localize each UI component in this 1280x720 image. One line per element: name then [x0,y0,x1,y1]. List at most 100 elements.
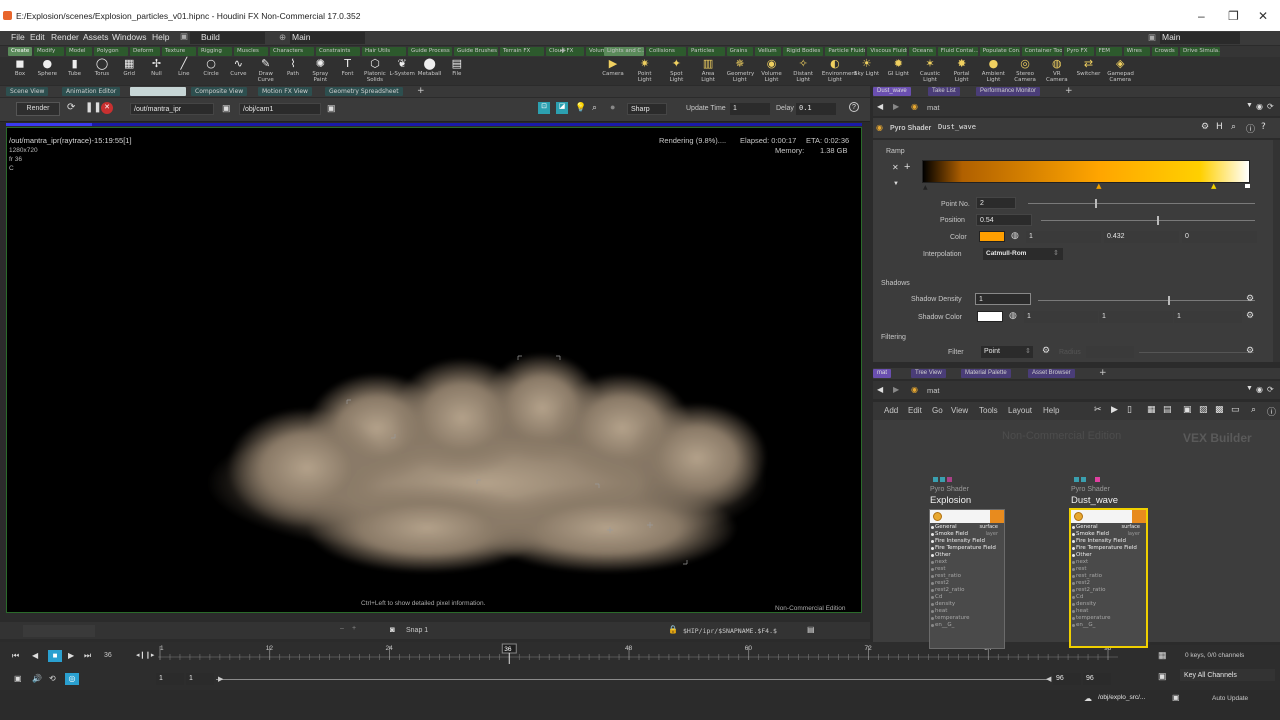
range-end-handle[interactable]: ◀ [1046,675,1051,683]
shelf-tab-12[interactable]: Guide Brushes [454,47,498,56]
shadow-density-slider[interactable] [1038,300,1255,301]
node-input[interactable]: rest2 [1071,580,1146,587]
add-tab-icon[interactable]: + [413,87,429,96]
point-no-knob[interactable] [1095,199,1097,208]
tab-scene-view[interactable]: Scene View [6,87,49,96]
node-input[interactable]: Cd [1071,594,1146,601]
shelf-tab-3[interactable]: Polygon [94,47,128,56]
shelf-right-tab-6[interactable]: Particle Fluids [825,47,866,56]
tab-dust-wave[interactable]: Dust_wave [873,87,911,96]
tab-render-view[interactable]: Render View [130,87,186,96]
loop-icon[interactable]: ⟲ [49,674,56,683]
tool-environment-light[interactable]: ◐ Environment Light [822,58,857,84]
node1-flag-a[interactable] [933,477,938,482]
color-b-field[interactable]: 0 [1182,231,1257,243]
shelf-right-tab-7[interactable]: Viscous Fluids [867,47,908,56]
node-input[interactable]: General [930,524,1004,531]
tool-stereo-camera[interactable]: ◎ Stereo Camera [1012,58,1038,84]
net-menu-tools[interactable]: Tools [979,406,998,415]
tool-geometry-light[interactable]: ✵ Geometry Light [727,58,754,84]
node-input[interactable]: rest2_ratio [1071,587,1146,594]
net-folder-icon[interactable]: ▭ [1231,405,1240,415]
range-start2-field[interactable]: 1 [186,673,214,685]
pause-icon[interactable]: ❚❚ [85,102,102,113]
shelf-tab-11[interactable]: Guide Process [408,47,452,56]
desktop-dropdown[interactable]: Build [190,32,265,44]
position-field[interactable]: 0.54 [976,214,1032,226]
tool-grid[interactable]: ▦ Grid [116,58,142,78]
net-image-icon[interactable]: ▨ [1199,405,1208,415]
jump-start-icon[interactable]: ⏮ [12,651,19,661]
parm-scrollbar[interactable] [1273,140,1280,362]
node-input[interactable]: General [1071,524,1146,531]
tab-take-list[interactable]: Take List [928,87,960,96]
output-picker-icon[interactable]: ▣ [222,103,231,114]
shelf-right-tab-15[interactable]: Crowds [1151,47,1178,56]
filter-radius-slider[interactable] [1139,352,1254,353]
node-input[interactable]: next [930,559,1004,566]
step-forward-icon[interactable]: ❙▸ [145,651,154,659]
tool-area-light[interactable]: ▥ Area Light [695,58,721,84]
range-start-field[interactable]: 1 [156,673,184,685]
tool-tube[interactable]: ▮ Tube [62,58,88,78]
help-icon[interactable]: ? [849,102,859,112]
tool-torus[interactable]: ◯ Torus [89,58,115,78]
main-desktop-dropdown[interactable]: Main [290,32,365,44]
node-input[interactable]: rest_ratio [1071,573,1146,580]
ramp-add-icon[interactable]: + [904,161,910,173]
node-input[interactable]: en__G_ [1071,622,1146,629]
path-dropdown-icon[interactable]: ▼ [1246,102,1253,109]
node-input[interactable]: Fire Temperature Field [1071,545,1146,552]
shadow-density-field[interactable]: 1 [975,293,1031,305]
tool-curve[interactable]: ∿ Curve [225,58,251,78]
node-input[interactable]: en__G_ [930,622,1004,629]
tab-mat[interactable]: mat [873,369,892,378]
snapshot-dropdown[interactable] [23,625,95,637]
ramp-key-end[interactable] [1245,184,1250,188]
tool-font[interactable]: T Font [335,58,361,78]
node-input[interactable]: rest [1071,566,1146,573]
tool-platonic-solids[interactable]: ⬡ Platonic Solids [362,58,388,84]
shelf-tab-10[interactable]: Hair Utils [362,47,406,56]
net-back-icon[interactable]: ◀ [877,385,883,394]
menu-assets[interactable]: Assets [83,32,109,42]
tab-animation-editor[interactable]: Animation Editor [62,87,121,96]
close-icon[interactable]: ✕ [1258,9,1268,23]
forward-icon[interactable]: ▶ [893,102,899,111]
camera-picker-icon[interactable]: ▣ [327,103,336,114]
shelf-add-icon[interactable]: + [556,47,570,56]
preview-mode-dropdown[interactable]: Sharp [627,103,667,115]
realtime-icon[interactable]: ▣ [14,674,22,683]
node-input[interactable]: density [1071,601,1146,608]
menu-help[interactable]: Help [152,32,169,42]
lock-icon[interactable]: 🔒 [668,625,678,634]
shadow-density-gear-icon[interactable]: ⚙ [1246,294,1254,304]
track-icon[interactable]: ◪ [556,102,568,114]
output-driver-field[interactable]: /out/mantra_ipr [130,103,214,115]
key-lock-icon[interactable]: ▣ [1158,671,1167,682]
update-time-field[interactable]: 1 [730,103,770,115]
node-input[interactable]: temperature [930,615,1004,622]
position-knob[interactable] [1156,216,1159,225]
shadow-color-swatch[interactable] [977,311,1003,322]
range-start-handle[interactable]: ▶ [218,675,223,683]
shelf-tab-4[interactable]: Deform [130,47,160,56]
ramp-expand-icon[interactable]: ▼ [893,181,899,187]
refresh-icon[interactable]: ⟳ [67,102,75,113]
tool-camera[interactable]: ▶ Camera [600,58,626,78]
region-icon[interactable]: ⊡ [538,102,550,114]
filter-radius-field[interactable] [1086,346,1134,358]
node2-flag-c[interactable] [1095,477,1100,482]
color-ramp[interactable] [922,160,1250,183]
node-input[interactable]: rest2_ratio [930,587,1004,594]
node-input[interactable]: Smoke Field [1071,531,1146,538]
tool-box[interactable]: ◼ Box [7,58,33,78]
light-bulb-icon[interactable]: 💡 [575,102,586,113]
net-menu-layout[interactable]: Layout [1008,406,1032,415]
plus-icon[interactable]: + [352,625,356,632]
parm-edit-icon[interactable]: H [1216,122,1223,132]
node-input[interactable]: Fire Intensity Field [1071,538,1146,545]
menu-file[interactable]: File [11,32,25,42]
shelf-right-tab-16[interactable]: Drive Simula... [1180,47,1220,56]
net-palette-icon[interactable]: ▩ [1215,405,1224,415]
